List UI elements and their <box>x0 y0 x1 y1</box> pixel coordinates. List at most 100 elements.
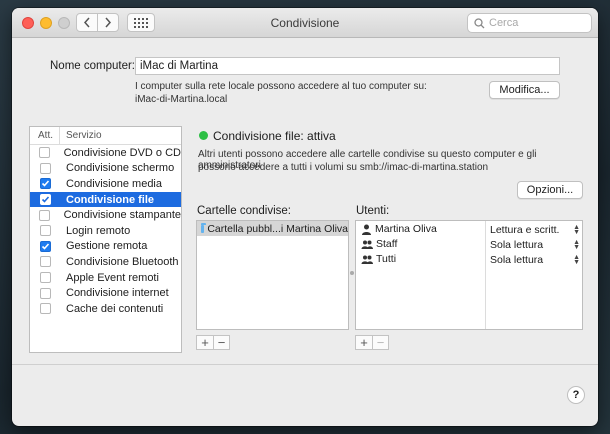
users-list: Martina Oliva Staff Tutti Lettura e scri… <box>355 220 583 330</box>
service-checkbox-cell <box>30 272 61 284</box>
service-checkbox[interactable] <box>40 240 51 252</box>
service-label: Condivisione DVD o CD <box>63 146 181 159</box>
checkmark-icon <box>41 196 50 203</box>
titlebar: Condivisione <box>12 8 598 38</box>
options-button[interactable]: Opzioni... <box>517 181 583 199</box>
users-add-remove: + − <box>355 335 389 350</box>
computer-name-label: Nome computer: <box>50 60 136 72</box>
service-row[interactable]: Login remoto <box>30 223 181 239</box>
add-folder-button[interactable]: + <box>197 336 213 349</box>
service-row[interactable]: Condivisione file <box>30 191 181 208</box>
service-label: Gestione remota <box>66 240 148 253</box>
service-checkbox-cell <box>30 194 61 206</box>
shared-folders-label: Cartelle condivise: <box>197 205 291 217</box>
help-button[interactable]: ? <box>567 386 585 404</box>
network-info-line1: I computer sulla rete locale possono acc… <box>135 81 427 92</box>
shared-folders-list: Cartella pubbl...i Martina Oliva <box>196 220 349 330</box>
search-input[interactable] <box>489 17 589 29</box>
network-info-line2: iMac-di-Martina.local <box>135 94 228 105</box>
service-checkbox[interactable] <box>40 272 51 284</box>
search-field[interactable] <box>467 13 592 33</box>
service-label: Apple Event remoti <box>66 271 159 284</box>
service-checkbox[interactable] <box>38 209 50 221</box>
service-checkbox-cell <box>30 209 59 221</box>
service-row[interactable]: Condivisione media <box>30 176 181 192</box>
service-checkbox-cell <box>30 287 61 299</box>
users-column-divider <box>485 221 486 329</box>
service-checkbox-cell <box>30 178 61 190</box>
add-user-button[interactable]: + <box>356 336 372 349</box>
users-label: Utenti: <box>356 205 390 217</box>
service-row[interactable]: Cache dei contenuti <box>30 301 181 317</box>
permission-value: Sola lettura <box>490 239 544 251</box>
edit-name-button[interactable]: Modifica... <box>489 81 560 99</box>
computer-name-field[interactable]: iMac di Martina <box>135 57 560 75</box>
service-checkbox[interactable] <box>40 303 51 315</box>
user-name: Martina Oliva <box>375 223 437 235</box>
service-row[interactable]: Condivisione Bluetooth <box>30 254 181 270</box>
user-icon <box>362 224 371 235</box>
service-checkbox[interactable] <box>40 256 51 268</box>
status-desc-line2: possono accedere a tutti i volumi su smb… <box>198 162 489 173</box>
service-label: Condivisione internet <box>66 287 169 300</box>
group-icon <box>361 240 373 249</box>
updown-arrows-icon: ▲ ▼ <box>573 224 580 236</box>
permission-select[interactable]: Sola lettura ▲ ▼ <box>490 239 580 251</box>
service-checkbox-cell <box>30 256 61 268</box>
services-header: Att. Servizio <box>30 127 181 145</box>
checkmark-icon <box>41 243 50 250</box>
bottom-divider <box>12 364 598 365</box>
updown-arrows-icon: ▲ ▼ <box>573 254 580 266</box>
service-label: Condivisione file <box>66 193 155 206</box>
folder-icon <box>201 222 207 233</box>
user-row[interactable]: Tutti <box>361 253 396 265</box>
user-row[interactable]: Staff <box>361 238 397 250</box>
group-icon <box>361 255 373 264</box>
status-indicator <box>199 131 208 140</box>
service-checkbox[interactable] <box>40 287 51 299</box>
header-service[interactable]: Servizio <box>60 127 102 144</box>
service-row[interactable]: Condivisione DVD o CD <box>30 145 181 161</box>
service-label: Cache dei contenuti <box>66 302 164 315</box>
folders-add-remove: + − <box>196 335 230 350</box>
service-row[interactable]: Condivisione stampante <box>30 207 181 223</box>
service-checkbox-cell <box>30 225 61 237</box>
service-checkbox-cell <box>30 162 61 174</box>
service-checkbox[interactable] <box>40 194 51 206</box>
permission-value: Sola lettura <box>490 254 544 266</box>
service-checkbox-cell <box>30 147 59 159</box>
services-rows: Condivisione DVD o CD Condivisione scherm… <box>30 145 181 317</box>
service-label: Condivisione schermo <box>66 162 175 175</box>
user-name: Tutti <box>376 253 397 265</box>
user-name: Staff <box>376 238 398 250</box>
service-checkbox[interactable] <box>40 225 51 237</box>
service-checkbox[interactable] <box>38 147 50 159</box>
permission-select[interactable]: Sola lettura ▲ ▼ <box>490 254 580 266</box>
service-label: Condivisione media <box>66 177 162 190</box>
service-checkbox-cell <box>30 303 61 315</box>
folder-name: Cartella pubbl...i Martina Oliva <box>207 222 348 235</box>
service-row[interactable]: Condivisione internet <box>30 285 181 301</box>
service-checkbox-cell <box>30 240 61 252</box>
remove-folder-button[interactable]: − <box>213 336 229 349</box>
permission-value: Lettura e scritt. <box>490 224 560 236</box>
status-text: Condivisione file: attiva <box>213 129 336 143</box>
folder-row[interactable]: Cartella pubbl...i Martina Oliva <box>197 221 348 236</box>
service-row[interactable]: Gestione remota <box>30 239 181 255</box>
split-handle[interactable] <box>350 271 354 275</box>
service-label: Condivisione stampante <box>63 209 181 222</box>
checkmark-icon <box>41 180 50 188</box>
service-row[interactable]: Condivisione schermo <box>30 161 181 177</box>
search-icon <box>474 17 485 28</box>
services-list: Att. Servizio Condivisione DVD o CD Condi… <box>29 126 182 353</box>
user-row[interactable]: Martina Oliva <box>361 223 437 235</box>
header-on[interactable]: Att. <box>30 127 60 144</box>
service-checkbox[interactable] <box>40 162 51 174</box>
service-label: Login remoto <box>66 224 131 237</box>
updown-arrows-icon: ▲ ▼ <box>573 239 580 251</box>
permission-select[interactable]: Lettura e scritt. ▲ ▼ <box>490 224 580 236</box>
sharing-window: Condivisione Nome computer: iMac di Mart… <box>12 8 598 426</box>
remove-user-button[interactable]: − <box>372 336 388 349</box>
service-checkbox[interactable] <box>40 178 51 190</box>
service-row[interactable]: Apple Event remoti <box>30 270 181 286</box>
